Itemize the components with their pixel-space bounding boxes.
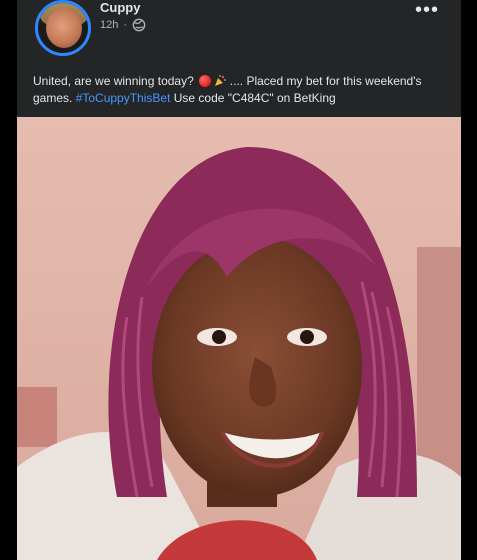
selfie-image	[17, 117, 461, 560]
post-text-part1: United, are we winning today?	[33, 74, 194, 88]
avatar[interactable]	[35, 0, 91, 56]
more-options-icon[interactable]: •••	[415, 0, 439, 20]
post-meta: 12h ·	[100, 18, 146, 32]
post-header: Cuppy 12h · •••	[17, 0, 461, 62]
party-popper-emoji-icon	[215, 75, 227, 86]
post-card: Cuppy 12h · ••• United, are we winning t…	[17, 0, 461, 560]
post-time[interactable]: 12h	[100, 19, 118, 31]
post-text: United, are we winning today? .... Place…	[33, 73, 453, 107]
meta-separator: ·	[123, 19, 128, 31]
hashtag-link[interactable]: #ToCuppyThisBet	[76, 91, 171, 105]
post-text-part3: Use code "C484C" on BetKing	[173, 91, 336, 105]
author-name[interactable]: Cuppy	[100, 0, 140, 15]
post-photo[interactable]	[17, 117, 461, 560]
globe-icon	[132, 18, 146, 32]
avatar-face	[46, 8, 82, 48]
red-circle-emoji-icon	[199, 75, 212, 87]
